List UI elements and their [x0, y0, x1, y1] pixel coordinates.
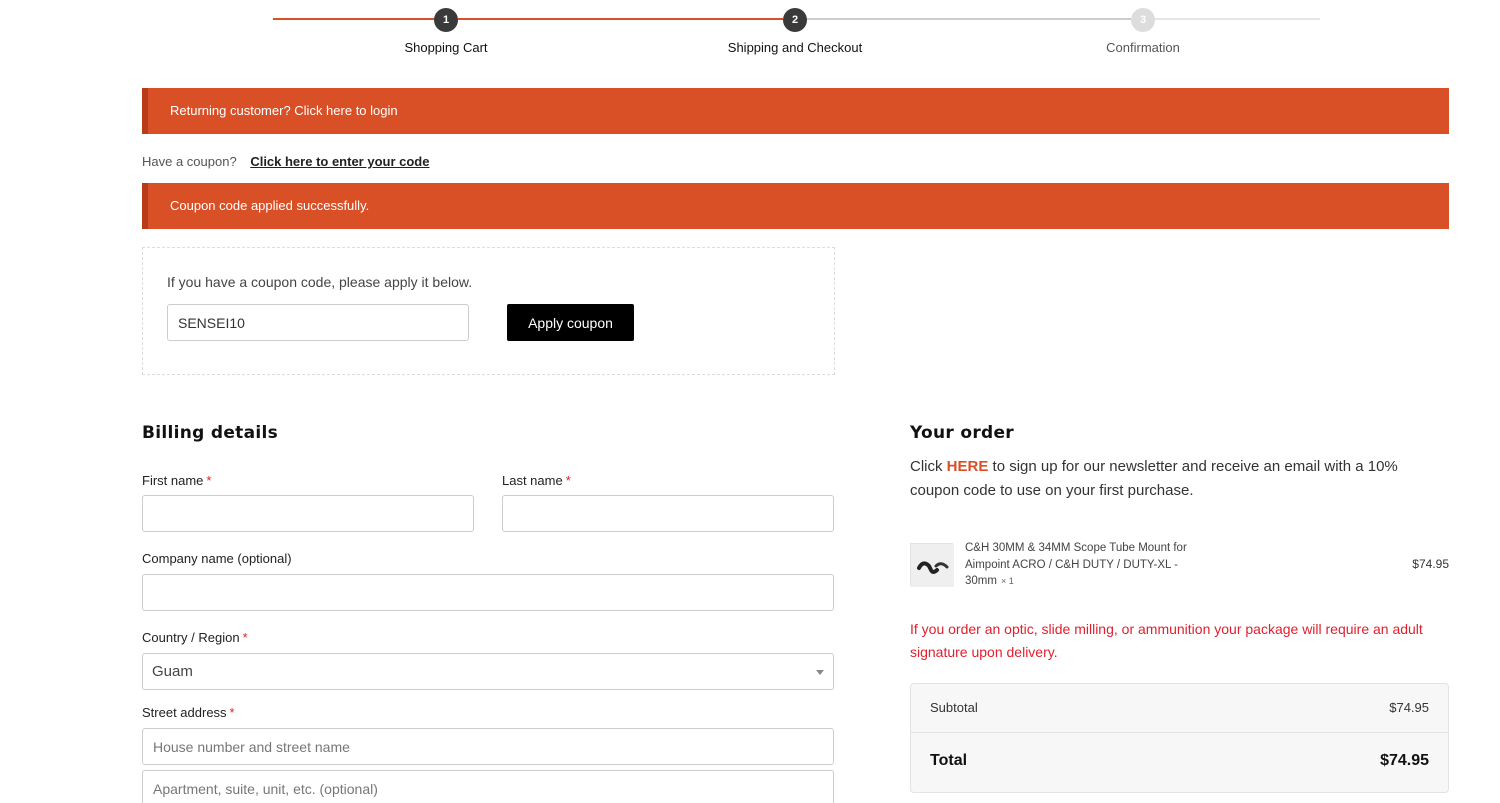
step-1-dot[interactable]: 1 — [434, 8, 458, 32]
subtotal-label: Subtotal — [930, 700, 978, 715]
step-line-3 — [806, 18, 1131, 20]
coupon-hint: If you have a coupon code, please apply … — [167, 274, 473, 290]
last-name-field[interactable] — [502, 495, 834, 532]
coupon-toggle: Have a coupon? Click here to enter your … — [142, 154, 429, 169]
company-field[interactable] — [142, 574, 834, 611]
step-line-4 — [1155, 18, 1320, 20]
step-2-dot[interactable]: 2 — [783, 8, 807, 32]
coupon-prompt: Have a coupon? — [142, 154, 237, 169]
subtotal-value: $74.95 — [1389, 700, 1429, 715]
product-price: $74.95 — [1412, 557, 1449, 571]
enter-coupon-link[interactable]: Click here to enter your code — [250, 154, 429, 169]
total-label: Total — [930, 752, 968, 769]
step-line-1 — [273, 18, 435, 20]
company-label: Company name (optional) — [142, 551, 292, 566]
apply-coupon-button[interactable]: Apply coupon — [507, 304, 634, 341]
street-address-field[interactable] — [142, 728, 834, 765]
checkout-steps: 1 2 3 Shopping Cart Shipping and Checkou… — [0, 0, 1500, 70]
last-name-label: Last name * — [502, 473, 571, 488]
first-name-label: First name * — [142, 473, 212, 488]
step-3-dot: 3 — [1131, 8, 1155, 32]
billing-title: Billing details — [142, 423, 279, 443]
newsletter-promo: Click HERE to sign up for our newsletter… — [910, 458, 1398, 499]
country-select-value: Guam — [152, 663, 193, 680]
returning-customer-notice[interactable]: Returning customer? Click here to login — [142, 88, 1449, 134]
scope-mount-icon — [911, 544, 954, 587]
order-totals: Subtotal $74.95 Total $74.95 — [910, 683, 1449, 793]
coupon-form: If you have a coupon code, please apply … — [142, 247, 835, 375]
order-title: Your order — [910, 423, 1014, 443]
product-qty: × 1 — [1000, 576, 1014, 586]
coupon-code-input[interactable] — [167, 304, 469, 341]
country-label: Country / Region * — [142, 630, 248, 645]
apartment-field[interactable] — [142, 770, 834, 803]
street-label: Street address * — [142, 705, 235, 720]
product-name[interactable]: C&H 30MM & 34MM Scope Tube Mount for Aim… — [965, 540, 1195, 590]
first-name-field[interactable] — [142, 495, 474, 532]
signature-warning: If you order an optic, slide milling, or… — [910, 621, 1423, 660]
step-1-label[interactable]: Shopping Cart — [336, 40, 556, 55]
step-line-2 — [458, 18, 783, 20]
country-select[interactable]: Guam — [142, 653, 834, 690]
step-2-label[interactable]: Shipping and Checkout — [685, 40, 905, 55]
step-3-label: Confirmation — [1106, 40, 1180, 55]
product-thumbnail[interactable] — [910, 543, 954, 587]
chevron-down-icon — [816, 670, 824, 675]
newsletter-link[interactable]: HERE — [947, 458, 989, 475]
total-value: $74.95 — [1380, 752, 1429, 769]
subtotal-row — [911, 684, 1448, 733]
coupon-success-notice: Coupon code applied successfully. — [142, 183, 1449, 229]
